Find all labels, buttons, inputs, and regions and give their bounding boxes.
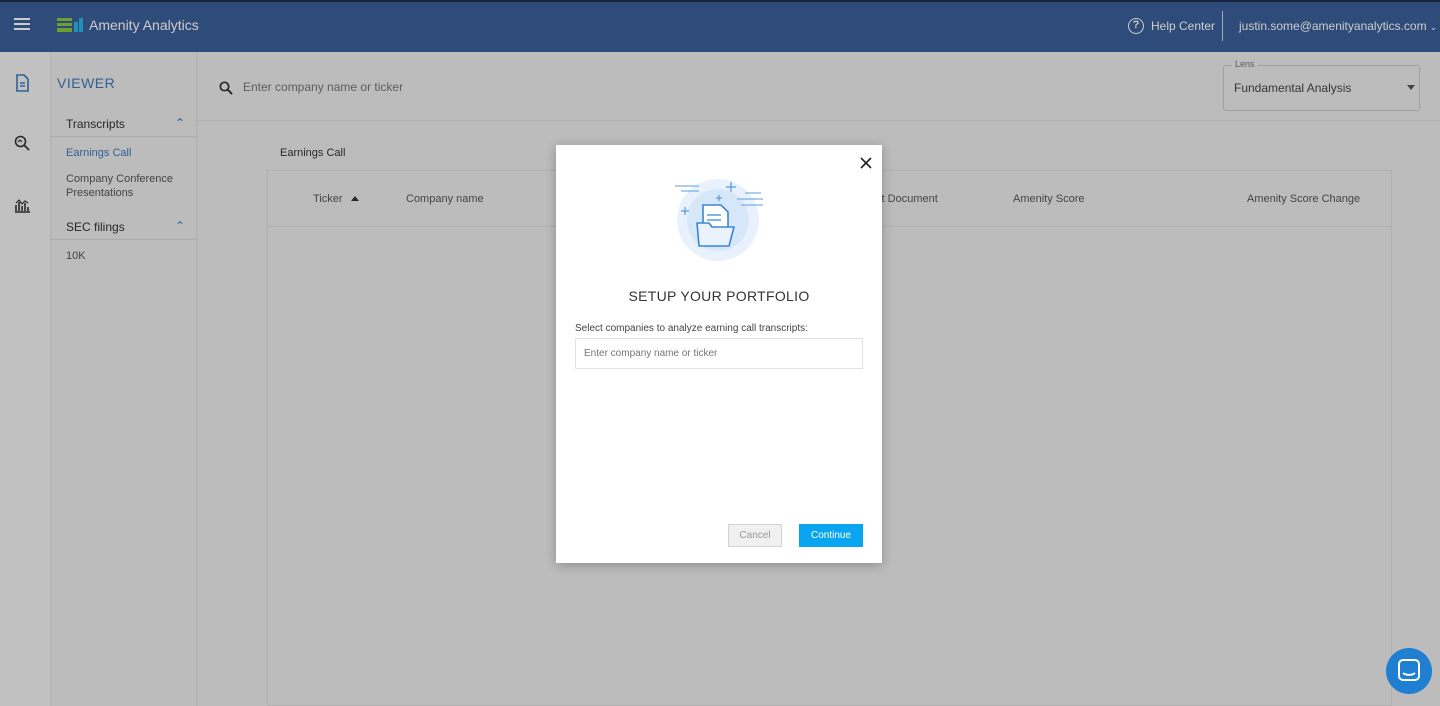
dialog-title: SETUP YOUR PORTFOLIO (628, 288, 810, 304)
chat-launcher[interactable] (1386, 648, 1432, 694)
close-icon[interactable] (859, 156, 873, 170)
company-search-input[interactable] (575, 338, 863, 369)
setup-portfolio-dialog: SETUP YOUR PORTFOLIO Select companies to… (556, 145, 882, 563)
continue-button[interactable]: Continue (799, 524, 863, 547)
dialog-description: Select companies to analyze earning call… (575, 323, 808, 334)
cancel-button[interactable]: Cancel (728, 524, 782, 547)
chat-icon (1398, 659, 1420, 681)
folder-illustration (675, 179, 763, 261)
